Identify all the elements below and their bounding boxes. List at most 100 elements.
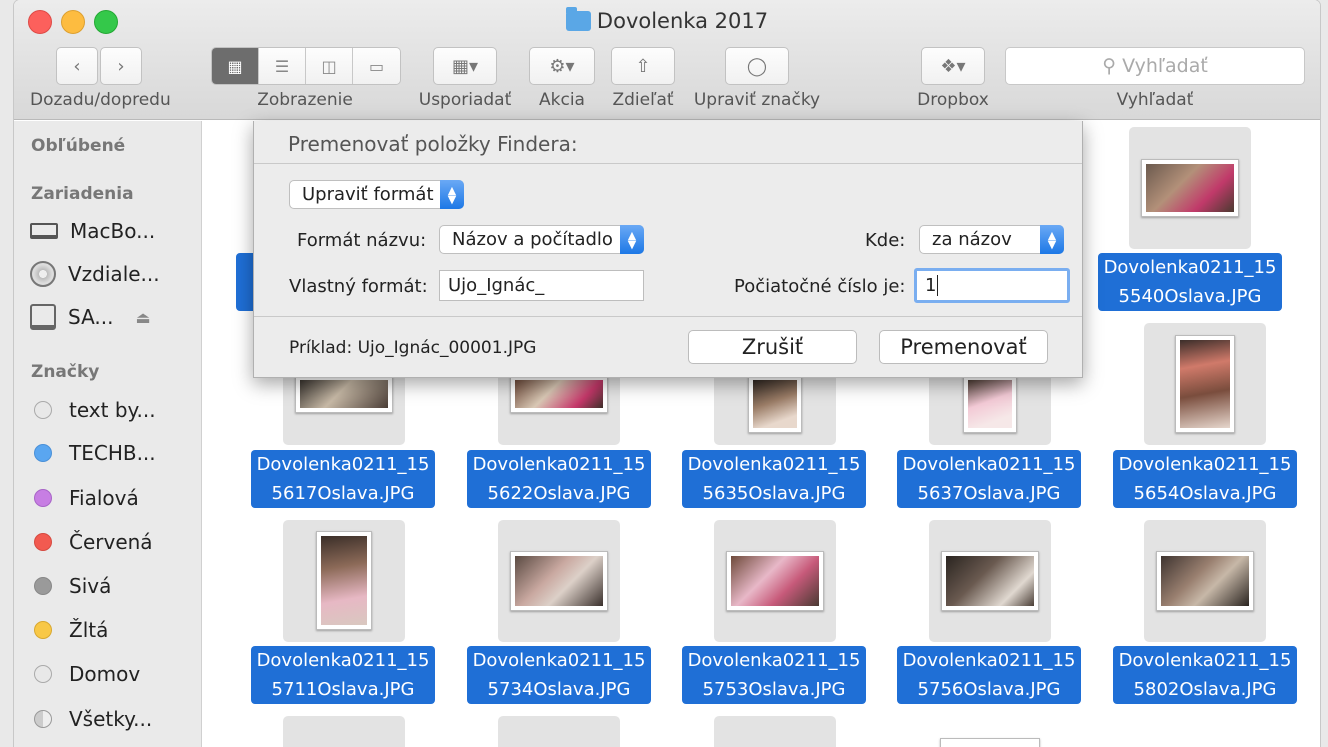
name-format-label: Formát názvu: <box>297 230 427 251</box>
sidebar-tag-yellow[interactable]: Žltá <box>14 615 184 645</box>
file-label[interactable]: Dovolenka0211_15 5756Oslava.JPG <box>897 646 1081 704</box>
chevron-updown-icon: ▲ ▼ <box>1040 225 1064 254</box>
start-number-field[interactable]: 1 <box>914 268 1070 303</box>
search-input[interactable]: ⚲ Vyhľadať <box>1005 47 1305 85</box>
sidebar-item-label: SA... <box>68 305 114 329</box>
chevron-updown-icon: ▲ ▼ <box>620 225 644 254</box>
file-label[interactable]: Dovolenka0211_15 5802Oslava.JPG <box>1113 646 1297 704</box>
photo-thumbnail <box>1156 551 1254 611</box>
name-format-value: Názov a počítadlo <box>452 229 613 250</box>
all-tags-icon <box>34 710 52 728</box>
favorites-header: Obľúbené <box>31 136 126 156</box>
photo-thumbnail <box>963 375 1017 433</box>
text-cursor <box>937 275 939 296</box>
grid-icon: ▦ <box>227 56 243 76</box>
share-icon: ⇧ <box>635 55 651 77</box>
file-thumbnail[interactable] <box>714 520 836 642</box>
mode-popup[interactable]: Upraviť formát ▲ ▼ <box>289 180 464 209</box>
sidebar-item-label: Všetky... <box>69 707 153 731</box>
file-label[interactable]: Dovolenka0211_15 5637Oslava.JPG <box>897 450 1081 508</box>
sidebar-tag-techb[interactable]: TECHB... <box>14 438 184 468</box>
sidebar-tag-red[interactable]: Červená <box>14 527 184 557</box>
view-label: Zobrazenie <box>257 90 353 110</box>
sidebar-item-label: Domov <box>69 662 141 686</box>
cancel-button[interactable]: Zrušiť <box>688 330 857 364</box>
chevron-left-icon: ‹ <box>73 55 81 77</box>
file-label[interactable]: Dovolenka0211_15 5734Oslava.JPG <box>467 646 651 704</box>
sidebar-item-macbook[interactable]: MacBo... <box>14 216 184 246</box>
tags-header: Značky <box>31 362 100 382</box>
sidebar-item-label: text by... <box>69 398 156 422</box>
sidebar-tag-text[interactable]: text by... <box>14 395 184 425</box>
photo-thumbnail <box>510 551 608 611</box>
file-label[interactable]: Dovolenka0211_15 5654Oslava.JPG <box>1113 450 1297 508</box>
file-label[interactable]: Dovolenka0211_15 5711Oslava.JPG <box>251 646 435 704</box>
tag-color-icon <box>34 444 52 462</box>
divider <box>254 163 1082 164</box>
name-format-popup[interactable]: Názov a počítadlo ▲ ▼ <box>439 225 644 254</box>
cover-flow-icon: ▭ <box>368 56 385 76</box>
file-name-line: Dovolenka0211_15 <box>687 650 861 671</box>
back-forward-label: Dozadu/dopredu <box>30 90 171 110</box>
file-thumbnail[interactable] <box>1144 323 1266 445</box>
sidebar-item-drive[interactable]: SA... ⏏ <box>14 302 184 332</box>
photo-thumbnail <box>316 531 372 630</box>
disc-icon <box>30 261 56 287</box>
edit-tags-label: Upraviť značky <box>693 90 821 110</box>
tag-color-icon <box>34 577 52 595</box>
file-name-line: Dovolenka0211_15 <box>687 454 861 475</box>
icon-view-button[interactable]: ▦ <box>212 48 259 84</box>
file-thumbnail[interactable] <box>498 716 620 747</box>
sidebar-item-label: Fialová <box>69 486 139 510</box>
file-name-line: Dovolenka0211_15 <box>256 650 430 671</box>
file-name-line: Dovolenka0211_15 <box>902 454 1076 475</box>
file-label[interactable]: Dovolenka0211_15 5635Oslava.JPG <box>682 450 866 508</box>
file-thumbnail[interactable] <box>1144 520 1266 642</box>
share-button[interactable]: ⇧ <box>611 47 675 85</box>
file-label[interactable]: Dovolenka0211_15 5540Oslava.JPG <box>1098 253 1282 311</box>
file-thumbnail[interactable] <box>714 716 836 747</box>
file-label[interactable]: Dovolenka0211_15 5622Oslava.JPG <box>467 450 651 508</box>
tag-icon: ◯ <box>746 55 768 77</box>
start-number-label: Počiatočné číslo je: <box>734 276 906 297</box>
sidebar-tag-gray[interactable]: Sivá <box>14 571 184 601</box>
where-value: za názov <box>932 229 1012 250</box>
file-thumbnail[interactable] <box>929 520 1051 642</box>
file-label-hidden[interactable] <box>236 253 254 311</box>
arrange-label: Usporiadať <box>418 90 512 110</box>
edit-tags-button[interactable]: ◯ <box>725 47 789 85</box>
sidebar-item-label: Vzdiale... <box>68 262 160 286</box>
sidebar-tag-home[interactable]: Domov <box>14 659 184 689</box>
file-label[interactable]: Dovolenka0211_15 5753Oslava.JPG <box>682 646 866 704</box>
file-name-line: Dovolenka0211_15 <box>902 650 1076 671</box>
where-label: Kde: <box>865 230 906 251</box>
where-popup[interactable]: za názov ▲ ▼ <box>919 225 1064 254</box>
back-button[interactable]: ‹ <box>56 47 98 85</box>
file-thumbnail[interactable] <box>283 716 405 747</box>
rename-button[interactable]: Premenovať <box>879 330 1048 364</box>
file-label[interactable]: Dovolenka0211_15 5617Oslava.JPG <box>251 450 435 508</box>
cover-flow-button[interactable]: ▭ <box>353 48 400 84</box>
dropbox-button[interactable]: ❖▾ <box>921 47 985 85</box>
sidebar-item-label: Červená <box>69 530 153 554</box>
chevron-right-icon: › <box>117 55 125 77</box>
photo-thumbnail <box>510 375 608 413</box>
sidebar-tag-all[interactable]: Všetky... <box>14 704 184 734</box>
file-name-line: Dovolenka0211_15 <box>472 650 646 671</box>
forward-button[interactable]: › <box>100 47 142 85</box>
file-thumbnail[interactable] <box>1129 127 1251 249</box>
file-name-line: 5734Oslava.JPG <box>487 679 631 700</box>
sidebar-item-remote-disc[interactable]: Vzdiale... <box>14 259 184 289</box>
list-view-button[interactable]: ☰ <box>259 48 306 84</box>
file-thumbnail[interactable] <box>498 520 620 642</box>
arrange-button[interactable]: ▦▾ <box>433 47 497 85</box>
custom-format-field[interactable]: Ujo_Ignác_ <box>439 270 644 301</box>
tag-color-icon <box>34 621 52 639</box>
sidebar-tag-purple[interactable]: Fialová <box>14 483 184 513</box>
column-view-button[interactable]: ◫ <box>306 48 353 84</box>
eject-icon[interactable]: ⏏ <box>135 308 150 327</box>
action-button[interactable]: ⚙▾ <box>529 47 595 85</box>
tag-color-icon <box>34 489 52 507</box>
sidebar-item-label: TECHB... <box>69 441 156 465</box>
file-thumbnail[interactable] <box>283 520 405 642</box>
